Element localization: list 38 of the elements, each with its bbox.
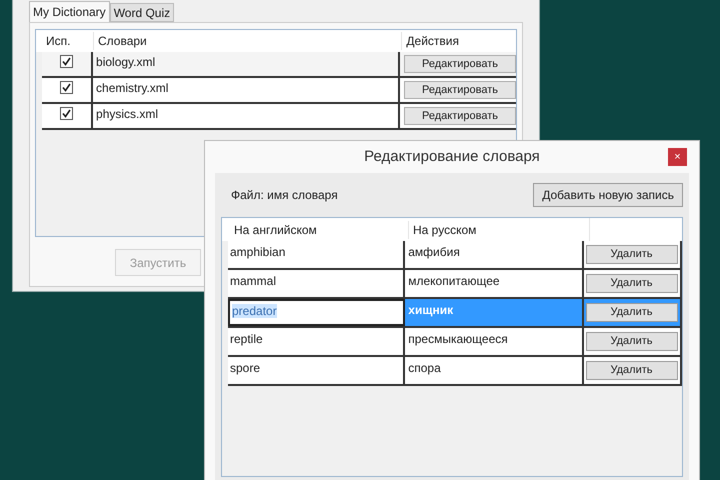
delete-button[interactable]: Удалить — [586, 245, 678, 264]
delete-button[interactable]: Удалить — [586, 361, 678, 380]
edit-field[interactable]: predator — [232, 304, 277, 318]
tab[interactable]: My Dictionary — [29, 1, 110, 22]
table-cell: spore — [228, 357, 406, 384]
edit-button[interactable]: Редактировать — [404, 81, 516, 99]
column-header: На русском — [408, 220, 589, 238]
table-cell: biology.xml — [93, 52, 400, 76]
table-cell: chemistry.xml — [93, 78, 400, 102]
checkbox[interactable] — [60, 107, 73, 120]
tab[interactable]: Word Quiz — [110, 3, 174, 22]
checkbox[interactable] — [60, 55, 73, 68]
table-cell: хищник — [405, 299, 584, 326]
column-header: Исп. — [45, 33, 72, 50]
table-cell: пресмыкающееся — [405, 328, 584, 355]
table-cell: reptile — [228, 328, 406, 355]
table-cell: amphibian — [228, 241, 406, 268]
edit-button[interactable]: Редактировать — [404, 55, 516, 73]
table-cell: млекопитающее — [405, 270, 584, 297]
window-title: Редактирование словаря — [364, 146, 540, 167]
column-header: На английском — [233, 222, 318, 238]
delete-button[interactable]: Удалить — [586, 274, 678, 293]
edit-button[interactable]: Редактировать — [404, 107, 516, 125]
delete-button[interactable]: Удалить — [586, 332, 678, 351]
file-label: Файл: имя словаря — [231, 187, 338, 204]
close-button[interactable]: × — [668, 148, 687, 166]
add-entry-button[interactable]: Добавить новую запись — [533, 183, 683, 207]
check-icon — [62, 109, 71, 118]
delete-button[interactable]: Удалить — [586, 303, 678, 322]
column-header: Словари — [92, 32, 402, 50]
table-cell: physics.xml — [93, 104, 400, 128]
check-icon — [62, 57, 71, 66]
table-cell: спора — [405, 357, 584, 384]
checkbox[interactable] — [60, 81, 73, 94]
table-cell: амфибия — [405, 241, 584, 268]
check-icon — [62, 83, 71, 92]
column-header: Действия — [401, 32, 516, 50]
table-cell: mammal — [228, 270, 406, 297]
